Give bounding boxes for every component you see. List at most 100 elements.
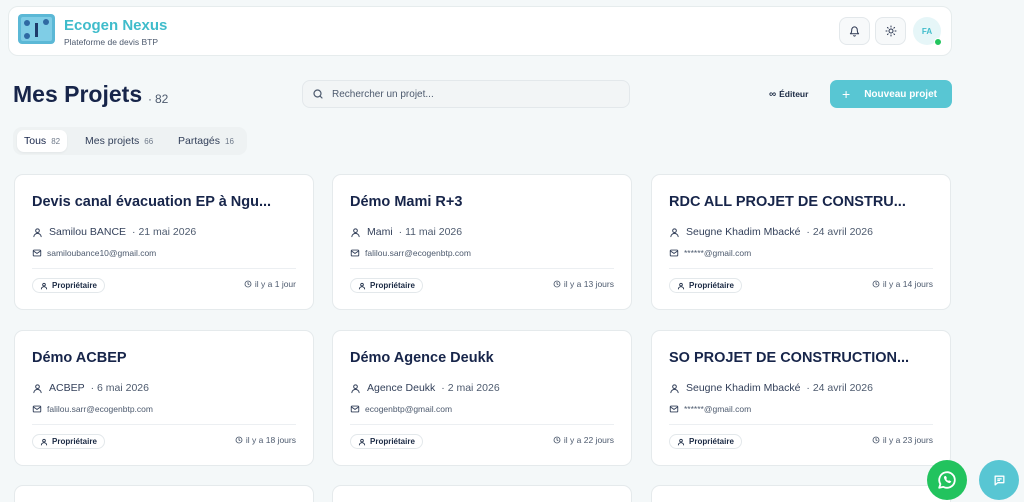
project-title[interactable]: Démo Mami R+3 bbox=[350, 194, 620, 210]
search-input[interactable] bbox=[332, 81, 622, 107]
ecogen-logo bbox=[18, 14, 55, 44]
project-owner-row: ACBEP · 6 mai 2026 bbox=[32, 382, 149, 394]
clock-icon bbox=[235, 436, 243, 444]
tab-all[interactable]: Tous 82 bbox=[17, 130, 68, 152]
user-icon bbox=[358, 282, 366, 289]
user-icon bbox=[670, 383, 679, 393]
clock-icon bbox=[872, 280, 880, 288]
project-email-row: samiloubance10@gmail.com bbox=[32, 248, 156, 258]
infinity-icon: ∞ bbox=[769, 88, 777, 100]
project-title[interactable]: Démo Agence Deukk bbox=[350, 350, 620, 366]
project-title[interactable]: RDC ALL PROJET DE CONSTRU... bbox=[669, 194, 939, 210]
card-divider bbox=[669, 268, 933, 269]
user-icon bbox=[670, 227, 679, 237]
project-card[interactable]: SO PROJET DE CONSTRUCTION... Seugne Khadi… bbox=[651, 330, 951, 466]
online-status-dot bbox=[934, 38, 942, 46]
project-email-row: falilou.sarr@ecogenbtp.com bbox=[32, 404, 153, 414]
project-date: · 24 avril 2026 bbox=[806, 226, 873, 238]
editor-label: Éditeur bbox=[779, 89, 809, 99]
project-owner: ACBEP bbox=[49, 382, 85, 394]
user-icon bbox=[40, 438, 48, 445]
last-updated: il y a 13 jours bbox=[553, 279, 614, 289]
clock-icon bbox=[553, 436, 561, 444]
project-date: · 2 mai 2026 bbox=[441, 382, 500, 394]
project-title[interactable]: SO PROJET DE CONSTRUCTION... bbox=[669, 350, 939, 366]
project-date: · 11 mai 2026 bbox=[398, 226, 463, 238]
project-email-row: ecogenbtp@gmail.com bbox=[350, 404, 452, 414]
card-divider bbox=[350, 268, 614, 269]
editor-button[interactable]: ∞ Éditeur bbox=[763, 86, 814, 102]
project-owner-row: Seugne Khadim Mbacké · 24 avril 2026 bbox=[669, 382, 873, 394]
project-count: · 82 bbox=[148, 92, 169, 106]
project-owner: Samilou BANCE bbox=[49, 226, 127, 238]
project-owner: Mami bbox=[367, 226, 393, 238]
last-updated: il y a 1 jour bbox=[244, 279, 296, 289]
project-owner: Seugne Khadim Mbacké bbox=[686, 382, 801, 394]
user-icon bbox=[33, 383, 42, 393]
project-date: · 21 mai 2026 bbox=[132, 226, 197, 238]
brand-subtitle: Plateforme de devis BTP bbox=[64, 37, 159, 47]
project-title[interactable]: Démo ACBEP bbox=[32, 350, 302, 366]
tab-shared[interactable]: Partagés 16 bbox=[178, 130, 234, 152]
brand-title: Ecogen Nexus bbox=[64, 17, 168, 34]
sun-icon bbox=[885, 25, 896, 37]
project-card[interactable]: Devis canal évacuation EP à Ngu... Samilo… bbox=[14, 174, 314, 310]
mail-icon bbox=[32, 249, 42, 257]
theme-toggle-button[interactable] bbox=[875, 17, 906, 45]
user-icon bbox=[677, 438, 685, 445]
user-icon bbox=[351, 227, 360, 237]
whatsapp-button[interactable] bbox=[927, 460, 967, 500]
mail-icon bbox=[669, 405, 679, 413]
new-project-button[interactable]: + Nouveau projet bbox=[830, 80, 952, 108]
project-date: · 24 avril 2026 bbox=[806, 382, 873, 394]
clock-icon bbox=[872, 436, 880, 444]
project-email-row: ******@gmail.com bbox=[669, 404, 751, 414]
role-badge: Propriétaire bbox=[32, 278, 105, 293]
app-header: Ecogen Nexus Plateforme de devis BTP FA bbox=[8, 6, 952, 56]
project-email: ******@gmail.com bbox=[684, 248, 752, 258]
project-owner-row: Mami · 11 mai 2026 bbox=[350, 226, 462, 238]
user-icon bbox=[33, 227, 42, 237]
role-badge: Propriétaire bbox=[669, 278, 742, 293]
user-icon bbox=[351, 383, 360, 393]
mail-icon bbox=[669, 249, 679, 257]
tab-my-projects[interactable]: Mes projets 66 bbox=[85, 130, 153, 152]
project-owner-row: Samilou BANCE · 21 mai 2026 bbox=[32, 226, 196, 238]
card-divider bbox=[32, 268, 296, 269]
chat-icon bbox=[994, 475, 1004, 485]
role-badge: Propriétaire bbox=[32, 434, 105, 449]
project-email: ecogenbtp@gmail.com bbox=[365, 404, 453, 414]
project-date: · 6 mai 2026 bbox=[90, 382, 149, 394]
project-email: samiloubance10@gmail.com bbox=[47, 248, 157, 258]
page-title: Mes Projets bbox=[13, 81, 143, 107]
search-box bbox=[302, 80, 630, 108]
last-updated: il y a 22 jours bbox=[553, 435, 614, 445]
project-card[interactable]: Démo Agence Deukk Agence Deukk · 2 mai 202… bbox=[332, 330, 632, 466]
project-card[interactable]: Démo ACBEP ACBEP · 6 mai 2026 falilou.sarr@… bbox=[14, 330, 314, 466]
project-email-row: falilou.sarr@ecogenbtp.com bbox=[350, 248, 471, 258]
mail-icon bbox=[350, 405, 360, 413]
project-email-row: ******@gmail.com bbox=[669, 248, 751, 258]
card-divider bbox=[350, 424, 614, 425]
plus-icon: + bbox=[842, 86, 851, 102]
project-email: falilou.sarr@ecogenbtp.com bbox=[47, 404, 153, 414]
notifications-button[interactable] bbox=[839, 17, 870, 45]
project-card[interactable]: RDC ALL PROJET DE CONSTRU... Seugne Khadi… bbox=[651, 174, 951, 310]
clock-icon bbox=[244, 280, 252, 288]
project-owner: Agence Deukk bbox=[367, 382, 436, 394]
project-title[interactable]: Devis canal évacuation EP à Ngu... bbox=[32, 194, 302, 210]
last-updated: il y a 18 jours bbox=[235, 435, 296, 445]
project-email: falilou.sarr@ecogenbtp.com bbox=[365, 248, 471, 258]
role-badge: Propriétaire bbox=[669, 434, 742, 449]
project-card[interactable] bbox=[651, 485, 951, 502]
project-card[interactable] bbox=[332, 485, 632, 502]
role-badge: Propriétaire bbox=[350, 434, 423, 449]
project-card[interactable] bbox=[14, 485, 314, 502]
project-owner: Seugne Khadim Mbacké bbox=[686, 226, 801, 238]
project-card[interactable]: Démo Mami R+3 Mami · 11 mai 2026 falilou.sa… bbox=[332, 174, 632, 310]
user-avatar[interactable]: FA bbox=[913, 17, 942, 46]
search-icon bbox=[313, 89, 323, 99]
project-email: ******@gmail.com bbox=[684, 404, 752, 414]
avatar-initials: FA bbox=[921, 26, 933, 36]
chat-button[interactable] bbox=[979, 460, 1019, 500]
